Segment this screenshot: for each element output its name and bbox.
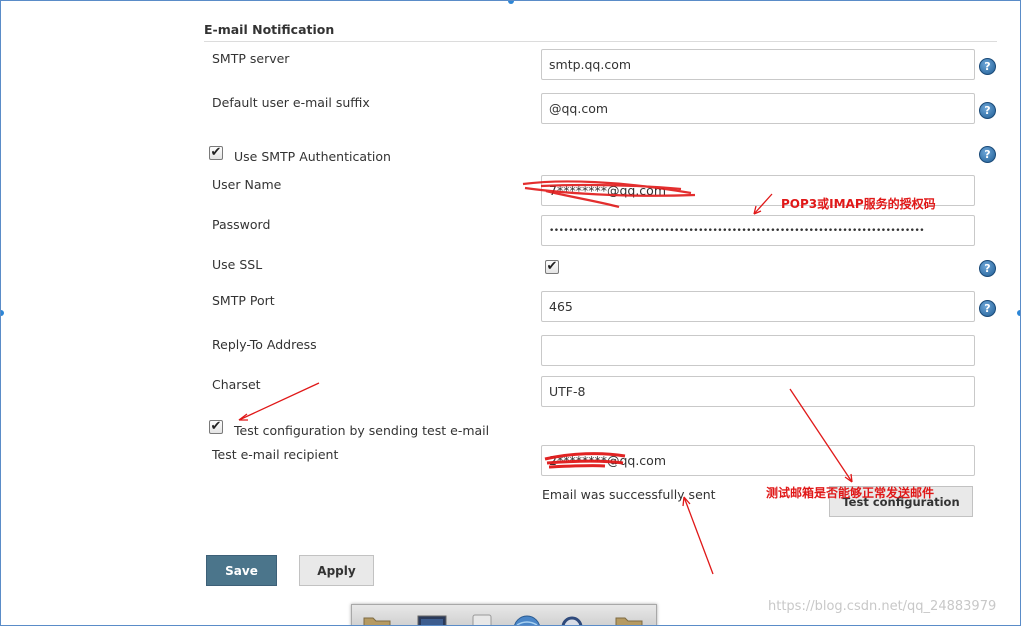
test-status-message: Email was successfully sent — [542, 487, 716, 502]
document-icon[interactable] — [467, 613, 497, 626]
csdn-watermark: https://blog.csdn.net/qq_24883979 — [768, 599, 997, 614]
charset-input[interactable] — [541, 376, 975, 407]
folder-icon[interactable] — [362, 613, 392, 626]
smtp-server-input[interactable] — [541, 49, 975, 80]
reply-to-input[interactable] — [541, 335, 975, 366]
desktop-dock — [351, 604, 657, 626]
help-icon[interactable]: ? — [979, 58, 996, 75]
password-label: Password — [212, 217, 271, 232]
user-name-label: User Name — [212, 177, 282, 192]
annotation-auth-code: POP3或IMAP服务的授权码 — [781, 197, 936, 211]
annotation-test-mail: 测试邮箱是否能够正常发送邮件 — [766, 486, 935, 500]
default-suffix-input[interactable] — [541, 93, 975, 124]
frame-handle-right — [1017, 310, 1020, 316]
frame-handle-left — [1, 310, 4, 316]
use-smtp-auth-label: Use SMTP Authentication — [234, 149, 391, 164]
folder-icon[interactable] — [614, 613, 644, 626]
jenkins-config-window: E-mail Notification SMTP server ? Defaul… — [0, 0, 1021, 626]
charset-label: Charset — [212, 377, 261, 392]
test-recipient-input[interactable] — [541, 445, 975, 476]
smtp-server-label: SMTP server — [212, 51, 290, 66]
help-icon[interactable]: ? — [979, 300, 996, 317]
password-input[interactable] — [541, 215, 975, 246]
default-suffix-label: Default user e-mail suffix — [212, 95, 370, 110]
use-ssl-checkbox[interactable]: ✔ — [545, 260, 559, 274]
smtp-port-label: SMTP Port — [212, 293, 275, 308]
frame-handle-top — [508, 1, 514, 4]
apply-button[interactable]: Apply — [299, 555, 374, 586]
help-icon[interactable]: ? — [979, 146, 996, 163]
use-smtp-auth-checkbox[interactable]: ✔ — [209, 146, 223, 160]
test-config-checkbox[interactable]: ✔ — [209, 420, 223, 434]
monitor-icon[interactable] — [417, 613, 447, 626]
smtp-port-input[interactable] — [541, 291, 975, 322]
reply-to-label: Reply-To Address — [212, 337, 317, 352]
search-tool-icon[interactable] — [557, 613, 587, 626]
section-divider — [204, 41, 997, 42]
test-config-label: Test configuration by sending test e-mai… — [234, 423, 490, 438]
annotation-arrow-status — [682, 496, 714, 575]
use-ssl-label: Use SSL — [212, 257, 263, 272]
save-button[interactable]: Save — [206, 555, 277, 586]
browser-globe-icon[interactable] — [512, 613, 542, 626]
section-title: E-mail Notification — [204, 22, 335, 37]
help-icon[interactable]: ? — [979, 102, 996, 119]
test-recipient-label: Test e-mail recipient — [212, 447, 339, 462]
help-icon[interactable]: ? — [979, 260, 996, 277]
